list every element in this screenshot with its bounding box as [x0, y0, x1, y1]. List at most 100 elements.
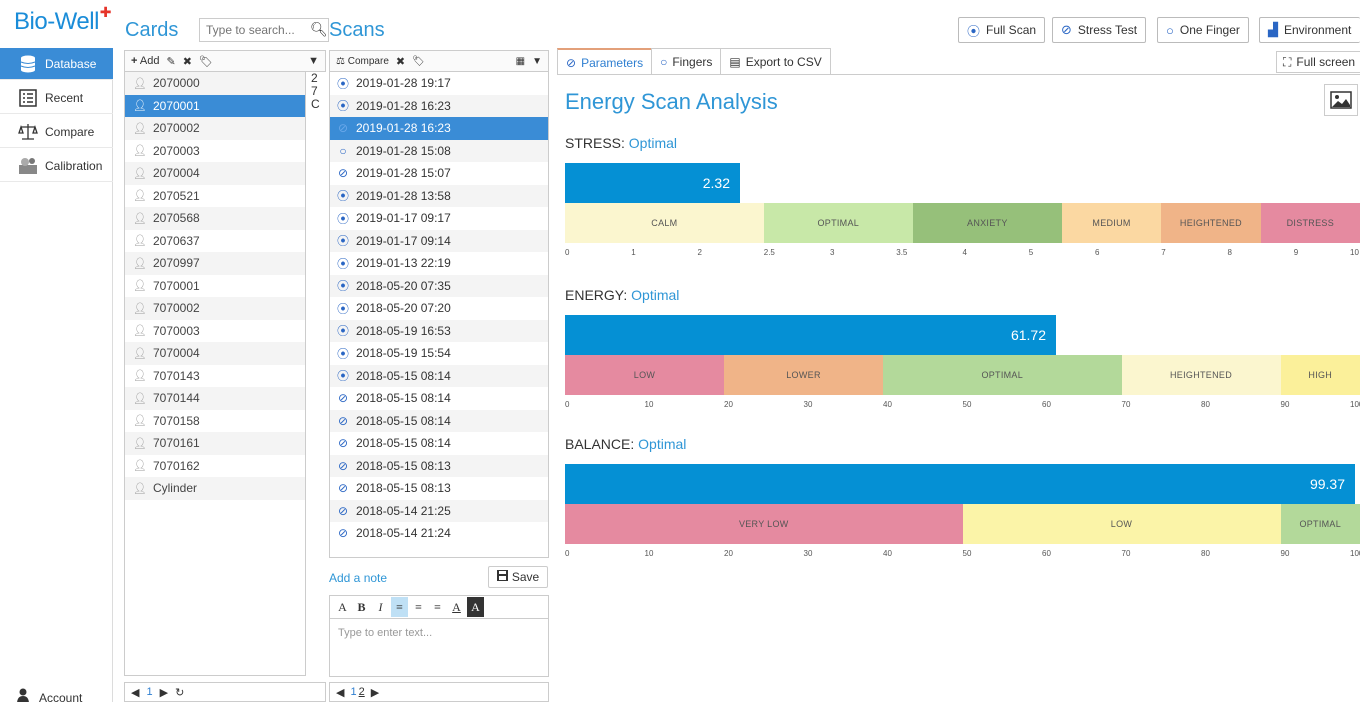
- full-scan-label: Full Scan: [986, 23, 1037, 37]
- add-note-link[interactable]: Add a note: [329, 571, 387, 585]
- scan-date: 2018-05-20 07:35: [356, 278, 451, 293]
- refresh-icon[interactable]: ↻: [175, 686, 184, 699]
- card-row[interactable]: 👤︎ 2070521: [125, 184, 305, 207]
- scan-row[interactable]: ⦿ 2018-05-20 07:20: [330, 297, 548, 320]
- card-row[interactable]: 👤︎ 2070997: [125, 252, 305, 275]
- save-note-button[interactable]: Save: [488, 566, 548, 588]
- scan-row[interactable]: ⊘ 2018-05-15 08:13: [330, 477, 548, 500]
- person-icon: 👤︎: [133, 212, 147, 225]
- account-button[interactable]: Account: [17, 688, 82, 702]
- scan-row[interactable]: ⦿ 2018-05-19 15:54: [330, 342, 548, 365]
- delete-icon[interactable]: ✖: [396, 55, 405, 68]
- tab-label: Export to CSV: [745, 55, 822, 69]
- tab-fingers[interactable]: ○ Fingers: [651, 48, 722, 75]
- card-row[interactable]: 👤︎ 2070002: [125, 117, 305, 140]
- person-icon: 👤︎: [133, 122, 147, 135]
- card-id: 7070003: [152, 323, 200, 338]
- card-row[interactable]: 👤︎ 7070162: [125, 454, 305, 477]
- scan-row[interactable]: ⊘ 2018-05-14 21:25: [330, 499, 548, 522]
- bold-button[interactable]: B: [353, 597, 370, 617]
- note-textarea[interactable]: Type to enter text...: [329, 619, 549, 677]
- one-finger-button[interactable]: ○ One Finger: [1157, 17, 1249, 43]
- full-screen-button[interactable]: ⛶ Full screen: [1276, 51, 1360, 73]
- filter-icon[interactable]: ▼: [308, 55, 319, 67]
- prev-page-icon[interactable]: ◀: [131, 686, 139, 699]
- card-row[interactable]: 👤︎ Cylinder: [125, 477, 305, 500]
- card-row[interactable]: 👤︎ 7070144: [125, 387, 305, 410]
- card-row[interactable]: 👤︎ 2070004: [125, 162, 305, 185]
- card-row[interactable]: 👤︎ 7070161: [125, 432, 305, 455]
- scan-row[interactable]: ⊘ 2018-05-15 08:13: [330, 454, 548, 477]
- card-row[interactable]: 👤︎ 7070002: [125, 297, 305, 320]
- compare-button[interactable]: ⚖ Compare: [336, 56, 389, 67]
- image-export-button[interactable]: [1324, 84, 1358, 116]
- scan-row[interactable]: ⊘ 2018-05-15 08:14: [330, 432, 548, 455]
- scan-row[interactable]: ⦿ 2019-01-17 09:17: [330, 207, 548, 230]
- card-id: 2070568: [152, 211, 200, 226]
- nav-item-calibration[interactable]: Calibration: [0, 150, 113, 182]
- page-number[interactable]: 1: [146, 686, 152, 698]
- card-row[interactable]: 👤︎ 7070003: [125, 319, 305, 342]
- card-row[interactable]: 👤︎ 7070143: [125, 364, 305, 387]
- delete-icon[interactable]: ✖: [183, 55, 192, 68]
- page-2[interactable]: 2: [359, 686, 365, 698]
- tab-parameters[interactable]: ⊘ Parameters: [557, 48, 653, 75]
- add-button[interactable]: + Add: [131, 55, 159, 67]
- scan-row[interactable]: ⦿ 2019-01-13 22:19: [330, 252, 548, 275]
- align-left-button[interactable]: ≡: [391, 597, 408, 617]
- search-icon[interactable]: 🔍︎: [310, 21, 328, 38]
- align-right-button[interactable]: ≡: [429, 597, 446, 617]
- save-label: Save: [511, 570, 540, 584]
- nav-item-database[interactable]: Database: [0, 48, 113, 80]
- calendar-icon[interactable]: ▦: [516, 56, 525, 67]
- scan-row[interactable]: ○ 2019-01-28 15:08: [330, 139, 548, 162]
- finger-scan-icon: ⦿: [336, 346, 349, 361]
- italic-button[interactable]: I: [372, 597, 389, 617]
- scan-row[interactable]: ⦿ 2019-01-28 19:17: [330, 72, 548, 95]
- scan-row[interactable]: ⦿ 2018-05-15 08:14: [330, 364, 548, 387]
- scan-row[interactable]: ⊘ 2018-05-15 08:14: [330, 387, 548, 410]
- tag-icon[interactable]: 🏷︎: [412, 56, 425, 67]
- align-center-button[interactable]: ≡: [410, 597, 427, 617]
- finger-scan-icon: ⦿: [336, 76, 349, 91]
- tab-export-csv[interactable]: ▤ Export to CSV: [720, 48, 831, 75]
- scan-row[interactable]: ⊘ 2018-05-15 08:14: [330, 409, 548, 432]
- scan-row[interactable]: ⦿ 2019-01-28 16:23: [330, 94, 548, 117]
- nav-item-recent[interactable]: Recent: [0, 82, 113, 114]
- card-row[interactable]: 👤︎ 2070003: [125, 139, 305, 162]
- scan-row[interactable]: ⊘ 2018-05-14 21:24: [330, 522, 548, 545]
- card-row[interactable]: 👤︎ 2070001: [125, 94, 305, 117]
- tag-icon[interactable]: 🏷︎: [199, 55, 213, 68]
- scan-row[interactable]: ⦿ 2018-05-19 16:53: [330, 319, 548, 342]
- scan-row[interactable]: ⊘ 2019-01-28 15:07: [330, 162, 548, 185]
- edit-icon[interactable]: ✎: [166, 55, 175, 68]
- next-page-icon[interactable]: ▶: [371, 686, 379, 699]
- stress-icon: ⊘: [337, 413, 349, 428]
- card-row[interactable]: 👤︎ 2070637: [125, 229, 305, 252]
- finger-scan-icon: ⦿: [336, 324, 349, 339]
- environment-button[interactable]: ▟ Environment: [1259, 17, 1360, 43]
- stress-icon: ⊘: [337, 436, 349, 451]
- card-id: 2070000: [152, 76, 200, 91]
- section-label: BALANCE: Optimal: [565, 436, 686, 452]
- font-color-button[interactable]: A: [448, 597, 465, 617]
- prev-page-icon[interactable]: ◀: [336, 686, 344, 699]
- page-1[interactable]: 1: [350, 686, 356, 698]
- scan-row[interactable]: ⦿ 2019-01-17 09:14: [330, 229, 548, 252]
- highlight-button[interactable]: A: [467, 597, 484, 617]
- card-row[interactable]: 👤︎ 2070568: [125, 207, 305, 230]
- scan-row[interactable]: ⊘ 2019-01-28 16:23: [330, 117, 548, 140]
- nav-item-compare[interactable]: Compare: [0, 116, 113, 148]
- card-row[interactable]: 👤︎ 2070000: [125, 72, 305, 95]
- card-row[interactable]: 👤︎ 7070004: [125, 342, 305, 365]
- card-row[interactable]: 👤︎ 7070158: [125, 409, 305, 432]
- card-row[interactable]: 👤︎ 7070001: [125, 274, 305, 297]
- filter-icon[interactable]: ▼: [532, 56, 542, 67]
- scan-row[interactable]: ⦿ 2019-01-28 13:58: [330, 184, 548, 207]
- next-page-icon[interactable]: ▶: [160, 686, 168, 699]
- full-scan-button[interactable]: ⦿ Full Scan: [958, 17, 1046, 43]
- font-button[interactable]: A: [334, 597, 351, 617]
- scan-row[interactable]: ⦿ 2018-05-20 07:35: [330, 274, 548, 297]
- stress-test-button[interactable]: ⊘ Stress Test: [1052, 17, 1147, 43]
- tick-label: 0: [565, 400, 570, 409]
